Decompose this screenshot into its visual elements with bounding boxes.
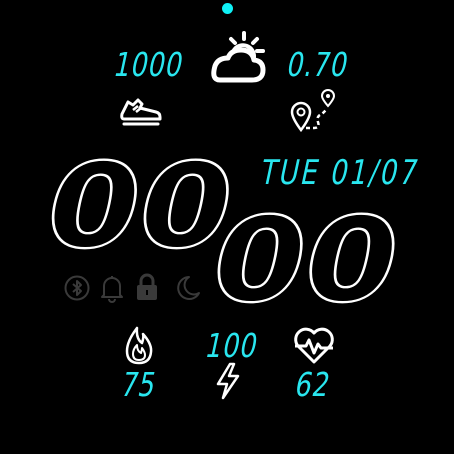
minute-display: 00 [198, 191, 413, 330]
minute-text: 00 [199, 192, 412, 329]
watch-face: 1000 0.70 TUE 01/07 00 00 75 100 62 [0, 0, 454, 454]
page-indicator-dot[interactable] [222, 3, 233, 14]
hour-digits: 00 [32, 137, 247, 276]
route-location-icon [290, 88, 338, 134]
shoe-icon [118, 92, 164, 128]
bluetooth-icon[interactable] [64, 275, 90, 301]
lock-icon[interactable] [135, 273, 159, 301]
partly-cloudy-icon [206, 30, 270, 84]
heart-rate-value: 62 [291, 365, 335, 404]
lightning-icon [214, 362, 242, 400]
date-text: TUE 01/07 [256, 153, 424, 193]
minute-digits: 00 [198, 191, 413, 330]
heart-pulse-icon [292, 326, 336, 364]
distance-value: 0.70 [283, 45, 353, 84]
hour-display: 00 [32, 137, 247, 276]
steps-value: 1000 [110, 45, 188, 84]
battery-value: 100 [202, 326, 262, 365]
bell-icon[interactable] [99, 274, 125, 302]
calories-value: 75 [117, 365, 161, 404]
moon-icon[interactable] [173, 274, 201, 302]
flame-icon [124, 325, 154, 365]
